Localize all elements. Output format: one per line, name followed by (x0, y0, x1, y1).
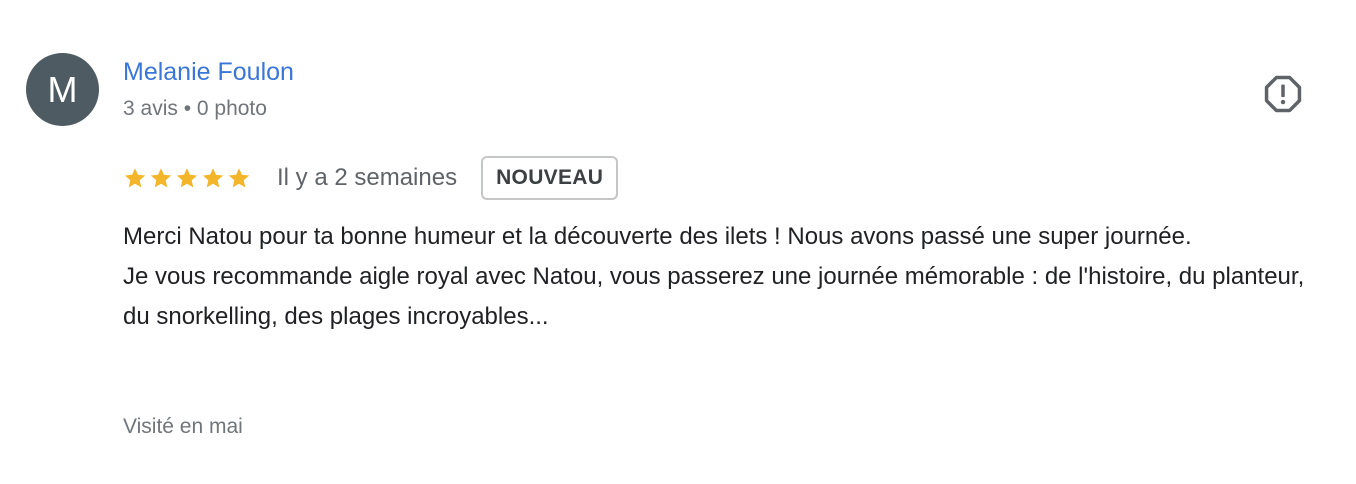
review-paragraph: Je vous recommande aigle royal avec Nato… (123, 263, 1305, 330)
star-icon (202, 168, 224, 188)
reviewer-name-link[interactable]: Melanie Foulon (123, 58, 294, 87)
reviewer-meta: 3 avis • 0 photo (123, 97, 267, 120)
star-icon (176, 168, 198, 188)
new-badge: NOUVEAU (481, 156, 619, 200)
report-octagon-icon (1264, 75, 1302, 113)
star-icon (124, 168, 146, 188)
avatar-initial: M (47, 69, 78, 110)
star-rating (123, 155, 251, 201)
review-text: Merci Natou pour ta bonne humeur et la d… (123, 217, 1318, 337)
visit-info: Visité en mai (123, 415, 243, 438)
review-date: Il y a 2 semaines (277, 164, 458, 191)
rating-row: Il y a 2 semaines NOUVEAU (123, 155, 619, 201)
review-paragraph: Merci Natou pour ta bonne humeur et la d… (123, 223, 1192, 250)
star-icon (150, 168, 172, 188)
star-icon (228, 168, 250, 188)
avatar[interactable]: M (26, 53, 99, 126)
report-review-button[interactable] (1262, 73, 1304, 115)
